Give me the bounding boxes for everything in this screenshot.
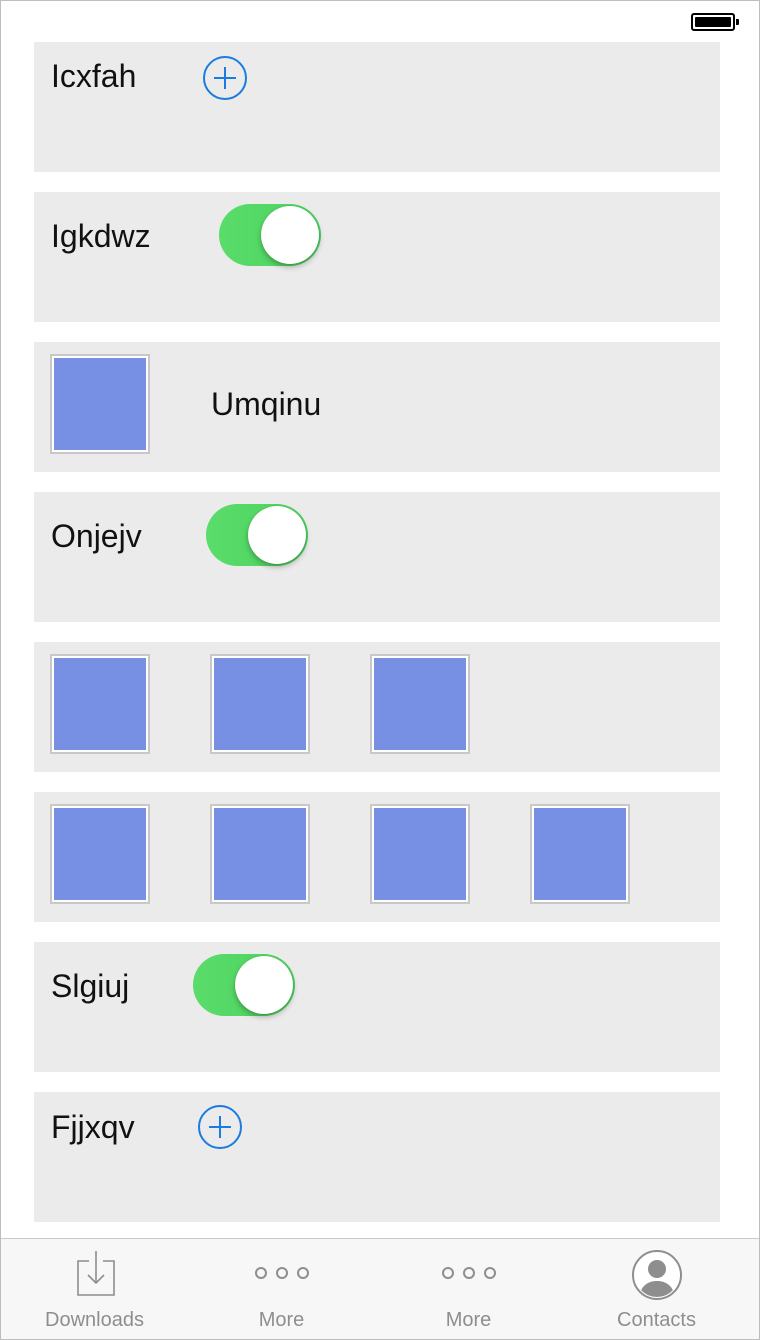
row-label: Umqinu bbox=[211, 386, 322, 422]
image-thumbnail[interactable] bbox=[370, 654, 470, 754]
image-thumbnail[interactable] bbox=[210, 654, 310, 754]
download-icon bbox=[77, 1251, 115, 1296]
toggle-knob bbox=[248, 506, 306, 564]
image-thumbnail[interactable] bbox=[50, 654, 150, 754]
tab-label: Downloads bbox=[45, 1309, 144, 1331]
tab-downloads[interactable]: Downloads bbox=[1, 1239, 188, 1339]
image-thumbnail[interactable] bbox=[530, 804, 630, 904]
more-icon bbox=[254, 1267, 309, 1279]
toggle-switch[interactable] bbox=[219, 204, 321, 266]
list-item: Igkdwz bbox=[34, 192, 720, 322]
list-item: Fjjxqv bbox=[34, 1092, 720, 1222]
image-thumbnail[interactable] bbox=[210, 804, 310, 904]
image-thumbnail[interactable] bbox=[50, 354, 150, 454]
toggle-switch[interactable] bbox=[206, 504, 308, 566]
row-label: Slgiuj bbox=[51, 968, 130, 1004]
list-item bbox=[34, 642, 720, 772]
image-thumbnail[interactable] bbox=[370, 804, 470, 904]
toggle-knob bbox=[261, 206, 319, 264]
add-icon[interactable] bbox=[203, 56, 247, 100]
image-thumbnail[interactable] bbox=[50, 804, 150, 904]
row-label: Icxfah bbox=[51, 58, 137, 94]
list-item: Onjejv bbox=[34, 492, 720, 622]
tab-label: More bbox=[445, 1309, 492, 1331]
row-label: Fjjxqv bbox=[51, 1109, 135, 1145]
add-icon[interactable] bbox=[198, 1105, 242, 1149]
list-item: Slgiuj bbox=[34, 942, 720, 1072]
list-item: Umqinu bbox=[34, 342, 720, 472]
tab-more[interactable]: More bbox=[188, 1239, 375, 1339]
tab-contacts[interactable]: Contacts bbox=[563, 1239, 750, 1339]
row-label: Onjejv bbox=[51, 518, 142, 554]
tab-label: Contacts bbox=[617, 1309, 696, 1331]
more-icon bbox=[441, 1267, 496, 1279]
list-item: Icxfah bbox=[34, 42, 720, 172]
contact-icon bbox=[631, 1250, 682, 1300]
battery-icon bbox=[691, 13, 739, 31]
tab-label: More bbox=[258, 1309, 305, 1331]
tab-bar: Downloads More More Contacts bbox=[1, 1238, 759, 1339]
toggle-knob bbox=[235, 956, 293, 1014]
list-item bbox=[34, 792, 720, 922]
toggle-switch[interactable] bbox=[193, 954, 295, 1016]
tab-more-2[interactable]: More bbox=[375, 1239, 562, 1339]
row-label: Igkdwz bbox=[51, 218, 151, 254]
